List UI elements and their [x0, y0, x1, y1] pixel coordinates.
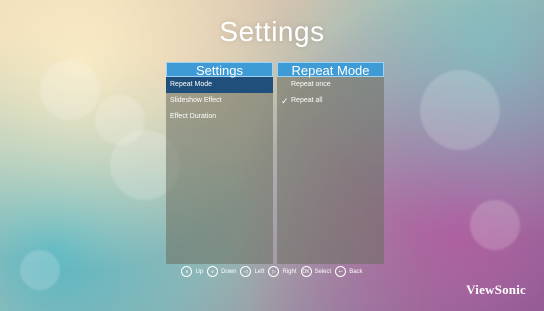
repeat-mode-panel: Repeat Mode Repeat once ✓ Repeat all	[277, 62, 384, 264]
remote-hint-bar: ∧ Up ∨ Down ◁ Left ▷ Right OK Select ↩ B…	[0, 266, 544, 277]
hint-right-label: Right	[282, 268, 297, 275]
bokeh-bubble	[40, 60, 100, 120]
hint-left-label: Left	[254, 268, 265, 275]
hint-up: ∧ Up	[181, 266, 203, 277]
hint-back-label: Back	[349, 268, 363, 275]
hint-up-label: Up	[195, 268, 204, 275]
repeat-mode-panel-header: Repeat Mode	[277, 62, 384, 78]
hint-down-label: Down	[221, 268, 237, 275]
hint-left: ◁ Left	[240, 266, 264, 277]
option-repeat-once[interactable]: Repeat once	[277, 77, 384, 93]
menu-item-repeat-mode[interactable]: Repeat Mode	[166, 77, 273, 93]
left-icon: ◁	[240, 266, 252, 277]
hint-select: OK Select	[300, 266, 332, 277]
bokeh-bubble	[470, 200, 520, 250]
checkmark-icon: ✓	[281, 96, 289, 106]
bokeh-bubble	[420, 70, 500, 150]
right-icon: ▷	[268, 266, 280, 277]
back-icon: ↩	[335, 266, 347, 277]
option-repeat-all[interactable]: ✓ Repeat all	[277, 93, 384, 109]
option-repeat-all-label: Repeat all	[291, 97, 323, 104]
hint-down: ∨ Down	[207, 266, 236, 277]
settings-panel: Settings Repeat Mode Slideshow Effect Ef…	[166, 62, 273, 264]
ok-icon: OK	[300, 266, 312, 277]
page-title: Settings	[219, 16, 325, 47]
menu-item-effect-duration[interactable]: Effect Duration	[166, 109, 273, 125]
up-icon: ∧	[181, 266, 193, 277]
hint-select-label: Select	[314, 268, 332, 275]
down-icon: ∨	[207, 266, 219, 277]
viewsonic-logo: ViewSonic	[466, 282, 526, 297]
hint-back: ↩ Back	[335, 266, 363, 277]
menu-item-slideshow-effect[interactable]: Slideshow Effect	[166, 93, 273, 109]
hint-right: ▷ Right	[268, 266, 297, 277]
settings-panel-header: Settings	[166, 62, 273, 78]
